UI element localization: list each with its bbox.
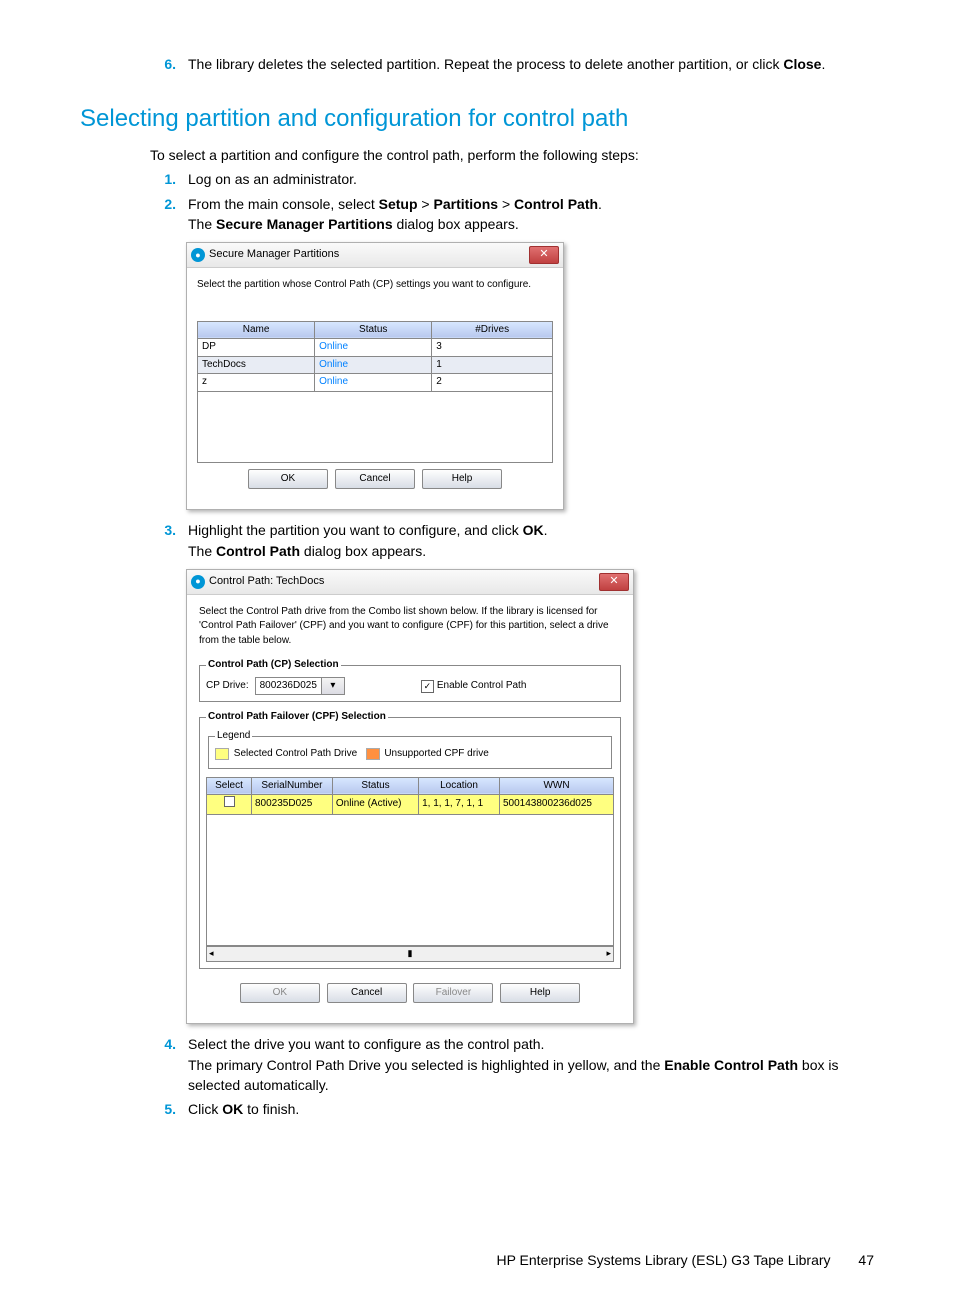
col-drives: #Drives: [432, 321, 553, 339]
step-5: 5. Click OK to finish.: [150, 1099, 874, 1119]
table-row-selected[interactable]: TechDocs Online 1: [198, 356, 553, 374]
section-intro: To select a partition and configure the …: [150, 145, 874, 165]
control-path-dialog: ● Control Path: TechDocs ✕ Select the Co…: [186, 569, 634, 1025]
enable-cp-label: Enable Control Path: [437, 679, 527, 694]
step-2: 2. From the main console, select Setup >…: [150, 194, 874, 235]
step-4: 4. Select the drive you want to configur…: [150, 1034, 874, 1095]
cpf-table[interactable]: Select SerialNumber Status Location WWN …: [206, 777, 614, 815]
scroll-right-icon[interactable]: ▸: [606, 947, 611, 960]
partitions-table[interactable]: Name Status #Drives DP Online 3 TechDocs…: [197, 321, 553, 392]
col-name: Name: [198, 321, 315, 339]
help-button[interactable]: Help: [422, 469, 502, 490]
close-icon[interactable]: ✕: [599, 573, 629, 591]
step-number: 2.: [150, 194, 188, 235]
col-sn: SerialNumber: [252, 777, 333, 795]
step-text: Log on as an administrator.: [188, 169, 874, 189]
step-text: The library deletes the selected partiti…: [188, 54, 874, 74]
step-number: 6.: [150, 54, 188, 74]
col-wwn: WWN: [500, 777, 614, 795]
table-row[interactable]: z Online 2: [198, 374, 553, 392]
table-row[interactable]: DP Online 3: [198, 339, 553, 357]
hp-icon: ●: [191, 248, 205, 262]
col-location: Location: [419, 777, 500, 795]
dialog-title: Control Path: TechDocs: [209, 574, 599, 590]
cp-selection-legend: Control Path (CP) Selection: [206, 658, 341, 673]
table-empty-area: [206, 815, 614, 946]
scroll-thumb[interactable]: ▮: [408, 947, 413, 960]
cancel-button[interactable]: Cancel: [327, 983, 407, 1004]
scroll-left-icon[interactable]: ◂: [209, 947, 214, 960]
step-1: 1. Log on as an administrator.: [150, 169, 874, 189]
footer-text: HP Enterprise Systems Library (ESL) G3 T…: [496, 1252, 830, 1268]
close-icon[interactable]: ✕: [529, 246, 559, 264]
step-text: Select the drive you want to configure a…: [188, 1034, 874, 1095]
horizontal-scrollbar[interactable]: ◂ ▮ ▸: [206, 946, 614, 962]
section-heading: Selecting partition and configuration fo…: [80, 102, 874, 137]
cpf-selection-legend: Control Path Failover (CPF) Selection: [206, 710, 388, 725]
cpf-selection-group: Control Path Failover (CPF) Selection Le…: [199, 710, 621, 969]
chevron-down-icon[interactable]: ▾: [321, 678, 344, 695]
step-6: 6. The library deletes the selected part…: [150, 54, 874, 74]
swatch-unsupported-icon: [366, 748, 380, 760]
dialog-instruction: Select the Control Path drive from the C…: [197, 605, 623, 659]
step-number: 3.: [150, 520, 188, 561]
step-text: From the main console, select Setup > Pa…: [188, 194, 874, 235]
cp-drive-label: CP Drive:: [206, 679, 249, 694]
step-text: Click OK to finish.: [188, 1099, 874, 1119]
table-empty-area: [197, 392, 553, 463]
swatch-selected-icon: [215, 748, 229, 760]
ok-button[interactable]: OK: [240, 983, 320, 1004]
dialog-title: Secure Manager Partitions: [209, 247, 529, 263]
step-number: 5.: [150, 1099, 188, 1119]
dialog-instruction: Select the partition whose Control Path …: [197, 278, 553, 293]
ok-button[interactable]: OK: [248, 469, 328, 490]
legend-unsupported: Unsupported CPF drive: [384, 748, 489, 759]
failover-button[interactable]: Failover: [413, 983, 493, 1004]
step-3: 3. Highlight the partition you want to c…: [150, 520, 874, 561]
step-number: 1.: [150, 169, 188, 189]
cp-drive-value: 800236D025: [256, 678, 321, 695]
hp-icon: ●: [191, 575, 205, 589]
step-text: Highlight the partition you want to conf…: [188, 520, 874, 561]
titlebar[interactable]: ● Control Path: TechDocs ✕: [187, 570, 633, 595]
legend-selected: Selected Control Path Drive: [234, 748, 357, 759]
col-status: Status: [332, 777, 418, 795]
page-footer: HP Enterprise Systems Library (ESL) G3 T…: [80, 1250, 874, 1270]
page-number: 47: [858, 1250, 874, 1270]
help-button[interactable]: Help: [500, 983, 580, 1004]
col-status: Status: [315, 321, 432, 339]
legend-label: Legend: [215, 729, 252, 744]
cpf-legend-box: Legend Selected Control Path Drive Unsup…: [208, 729, 612, 769]
enable-control-path-checkbox[interactable]: ✓ Enable Control Path: [421, 679, 527, 694]
col-select: Select: [207, 777, 252, 795]
cp-drive-combo[interactable]: 800236D025 ▾: [255, 677, 345, 696]
cancel-button[interactable]: Cancel: [335, 469, 415, 490]
checkbox-icon: ✓: [421, 680, 434, 693]
table-row-highlighted[interactable]: 800235D025 Online (Active) 1, 1, 1, 7, 1…: [207, 795, 614, 815]
step-number: 4.: [150, 1034, 188, 1095]
row-checkbox[interactable]: [224, 796, 235, 807]
cp-selection-group: Control Path (CP) Selection CP Drive: 80…: [199, 658, 621, 702]
titlebar[interactable]: ● Secure Manager Partitions ✕: [187, 243, 563, 268]
secure-manager-partitions-dialog: ● Secure Manager Partitions ✕ Select the…: [186, 242, 564, 510]
